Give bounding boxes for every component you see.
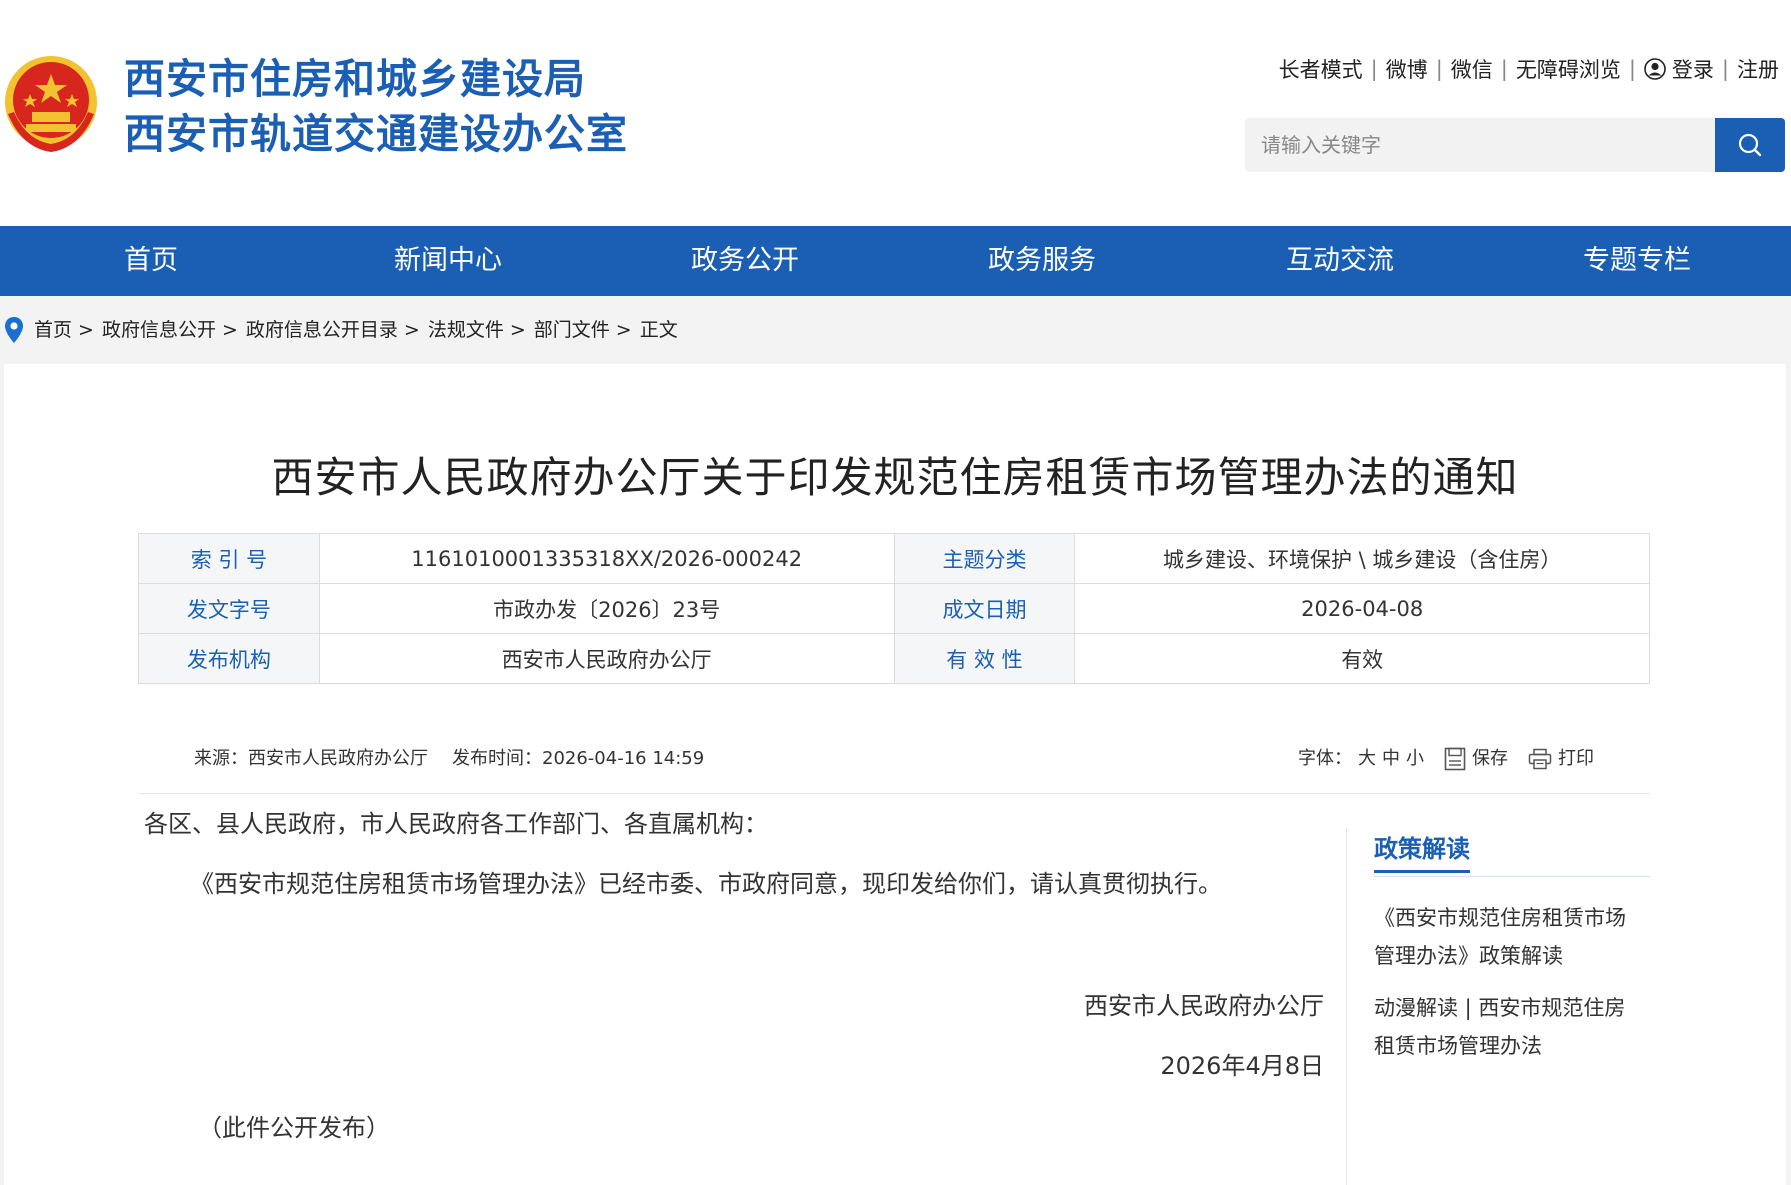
breadcrumb-arrow: > xyxy=(615,319,632,341)
document-title: 西安市人民政府办公厅关于印发规范住房租赁市场管理办法的通知 xyxy=(271,453,1519,502)
breadcrumb: 首页 > 政府信息公开 > 政府信息公开目录 > 法规文件 > 部门文件 > 正文 xyxy=(34,296,678,364)
font-size-small[interactable]: 小 xyxy=(1406,737,1424,781)
nav-item-interaction[interactable]: 互动交流 xyxy=(1286,226,1394,296)
table-row: 发布机构 西安市人民政府办公厅 有 效 性 有效 xyxy=(138,633,1650,684)
source-value: 西安市人民政府办公厅 xyxy=(248,748,428,769)
sidebar-link-animation-interpretation[interactable]: 动漫解读 | 西安市规范住房 租赁市场管理办法 xyxy=(1374,989,1650,1065)
meta-label-written-date: 成文日期 xyxy=(893,583,1076,634)
separator: | xyxy=(1500,57,1508,81)
separator: | xyxy=(1370,57,1378,81)
save-icon xyxy=(1444,747,1466,771)
login-link[interactable]: 登录 xyxy=(1672,54,1714,84)
location-pin-icon xyxy=(5,317,23,343)
sidebar-title: 政策解读 xyxy=(1374,828,1650,877)
breadcrumb-arrow: > xyxy=(403,319,420,341)
elder-mode-link[interactable]: 长者模式 xyxy=(1279,54,1363,84)
printer-icon xyxy=(1528,748,1552,770)
search-input[interactable] xyxy=(1245,118,1715,172)
table-row: 发文字号 市政办发〔2026〕23号 成文日期 2026-04-08 xyxy=(138,583,1650,634)
source-label: 来源： xyxy=(194,748,248,769)
nav-item-home[interactable]: 首页 xyxy=(124,226,178,296)
meta-label-topic: 主题分类 xyxy=(893,533,1076,584)
search-button[interactable] xyxy=(1715,118,1785,172)
print-label: 打印 xyxy=(1558,748,1594,769)
publish-time-label: 发布时间： xyxy=(452,748,542,769)
print-button[interactable]: 打印 xyxy=(1528,737,1594,781)
search-icon xyxy=(1738,133,1762,157)
national-emblem-icon[interactable] xyxy=(2,52,100,156)
sidebar-link-policy-interpretation[interactable]: 《西安市规范住房租赁市场 管理办法》政策解读 xyxy=(1374,899,1650,975)
save-button[interactable]: 保存 xyxy=(1444,737,1508,781)
save-label: 保存 xyxy=(1472,748,1508,769)
breadcrumb-regulations[interactable]: 法规文件 xyxy=(428,319,504,341)
weibo-link[interactable]: 微博 xyxy=(1386,54,1428,84)
top-links: 长者模式 | 微博 | 微信 | 无障碍浏览 | 登录 | 注册 xyxy=(1279,54,1779,84)
breadcrumb-arrow: > xyxy=(78,319,94,341)
font-size-label: 字体： xyxy=(1298,748,1352,769)
breadcrumb-home[interactable]: 首页 xyxy=(34,319,72,341)
breadcrumb-bar: 首页 > 政府信息公开 > 政府信息公开目录 > 法规文件 > 部门文件 > 正文 xyxy=(0,296,1791,364)
main-nav: 首页 新闻中心 政务公开 政务服务 互动交流 专题专栏 xyxy=(0,226,1791,296)
document-meta-table: 索 引 号 11610100013353​18XX/2026-000242 主题… xyxy=(138,533,1650,684)
meta-label-publisher: 发布机构 xyxy=(138,633,320,684)
meta-value-publisher: 西安市人民政府办公厅 xyxy=(318,633,895,684)
nav-item-gov-affairs[interactable]: 政务公开 xyxy=(691,226,799,296)
nav-item-news[interactable]: 新闻中心 xyxy=(394,226,502,296)
wechat-link[interactable]: 微信 xyxy=(1451,54,1493,84)
article-tools: 字体： 大 中 小 保存 打印 xyxy=(1298,737,1594,781)
meta-value-index: 11610100013353​18XX/2026-000242 xyxy=(318,533,895,584)
breadcrumb-current: 正文 xyxy=(639,319,678,341)
article-panel: 西安市人民政府办公厅关于印发规范住房租赁市场管理办法的通知 索 引 号 1161… xyxy=(4,364,1786,1185)
separator: | xyxy=(1435,57,1443,81)
table-row: 索 引 号 11610100013353​18XX/2026-000242 主题… xyxy=(138,533,1650,584)
nav-item-gov-services[interactable]: 政务服务 xyxy=(988,226,1096,296)
register-link[interactable]: 注册 xyxy=(1737,54,1779,84)
policy-interpretation-sidebar: 政策解读 《西安市规范住房租赁市场 管理办法》政策解读 动漫解读 | 西安市规范… xyxy=(1374,828,1650,1065)
meta-value-topic: 城乡建设、环境保护 \ 城乡建设（含住房） xyxy=(1074,533,1650,584)
site-title[interactable]: 西安市住房和城乡建设局 西安市轨道交通建设办公室 xyxy=(124,52,628,162)
nav-item-topics[interactable]: 专题专栏 xyxy=(1583,226,1691,296)
breadcrumb-info-catalog[interactable]: 政府信息公开目录 xyxy=(246,319,398,341)
breadcrumb-dept-docs[interactable]: 部门文件 xyxy=(534,319,610,341)
signature-date: 2026年4月8日 xyxy=(1160,1052,1324,1080)
publish-time-value: 2026-04-16 14:59 xyxy=(542,748,705,769)
sidebar-divider xyxy=(1346,828,1347,1185)
salutation: 各区、县人民政府，市人民政府各工作部门、各直属机构： xyxy=(144,810,768,838)
font-size-large[interactable]: 大 xyxy=(1358,737,1376,781)
font-size-medium[interactable]: 中 xyxy=(1382,737,1400,781)
separator: | xyxy=(1721,57,1729,81)
publication-note: （此件公开发布） xyxy=(198,1114,390,1142)
meta-value-written-date: 2026-04-08 xyxy=(1074,583,1650,634)
user-icon xyxy=(1644,58,1666,80)
signature-org: 西安市人民政府办公厅 xyxy=(1084,992,1324,1020)
breadcrumb-info-disclosure[interactable]: 政府信息公开 xyxy=(102,319,216,341)
accessibility-link[interactable]: 无障碍浏览 xyxy=(1516,54,1621,84)
site-title-line1: 西安市住房和城乡建设局 xyxy=(124,55,586,103)
article-source-info: 来源：西安市人民政府办公厅 发布时间：2026-04-16 14:59 xyxy=(194,737,704,781)
site-header: 西安市住房和城乡建设局 西安市轨道交通建设办公室 长者模式 | 微博 | 微信 … xyxy=(0,0,1791,226)
separator: | xyxy=(1628,57,1636,81)
meta-value-validity: 有效 xyxy=(1074,633,1650,684)
meta-value-doc-number: 市政办发〔2026〕23号 xyxy=(318,583,895,634)
site-title-line2: 西安市轨道交通建设办公室 xyxy=(124,110,628,158)
meta-label-index: 索 引 号 xyxy=(138,533,320,584)
breadcrumb-arrow: > xyxy=(509,319,526,341)
meta-label-doc-number: 发文字号 xyxy=(138,583,320,634)
breadcrumb-arrow: > xyxy=(221,319,238,341)
meta-label-validity: 有 效 性 xyxy=(893,633,1076,684)
article-info-bar: 来源：西安市人民政府办公厅 发布时间：2026-04-16 14:59 字体： 大… xyxy=(138,737,1650,794)
body-paragraph: 《西安市规范住房租赁市场管理办法》已经市委、市政府同意，现印发给你们，请认真贯彻… xyxy=(190,870,1222,898)
